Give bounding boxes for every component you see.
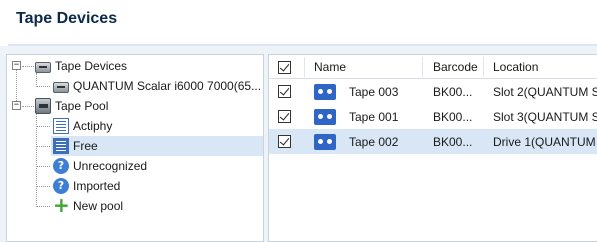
tree-connector [36,186,50,187]
question-icon: ? [53,158,69,174]
pool-list-icon [53,118,69,134]
row-checkbox[interactable] [278,110,291,123]
pool-list-icon [53,138,69,154]
tape-name: Tape 002 [349,134,399,149]
tape-devices-collapse-toggle[interactable]: − [12,61,21,70]
tree-item-label: Free [73,139,98,153]
column-separator[interactable] [304,57,305,77]
tree-item-label: New pool [73,199,124,213]
tape-barcode: BK00... [433,134,473,149]
tape-location: Slot 3(QUANTUM S [493,109,597,124]
table-row[interactable]: Tape 003 BK00... Slot 2(QUANTUM S [269,79,597,104]
tape-name: Tape 003 [349,84,399,99]
tape-library-icon [53,82,69,93]
tape-location: Slot 2(QUANTUM S [493,84,597,99]
tree-connector [22,106,34,107]
tree-item-tape-devices[interactable]: Tape Devices [35,56,127,76]
tree-item-free[interactable]: Free [51,136,263,156]
column-header-location[interactable]: Location [493,55,538,79]
tape-cartridge-icon [314,83,336,100]
tree-connector [36,166,50,167]
plus-icon: + [53,193,70,217]
tape-tree-panel: − Tape Devices QUANTUM Scalar i6000 7000… [6,54,264,242]
table-row[interactable]: Tape 001 BK00... Slot 3(QUANTUM S [269,104,597,129]
tree-item-label: Unrecognized [73,159,148,173]
tree-item-label: QUANTUM Scalar i6000 7000(65... [73,79,262,93]
tape-cartridge-icon [314,108,336,125]
tree-item-new-pool[interactable]: + New pool [53,193,124,217]
tree-item-label: Imported [73,179,121,193]
select-all-column[interactable] [278,55,291,79]
question-icon: ? [53,178,69,194]
tape-location: Drive 1(QUANTUM [493,134,596,149]
page-title: Tape Devices [16,10,118,27]
tape-pool-collapse-toggle[interactable]: − [12,101,21,110]
tree-connector [36,126,50,127]
tree-item-unrecognized[interactable]: ? Unrecognized [53,156,147,176]
tape-name: Tape 001 [349,109,399,124]
tape-list-grid: Name Barcode Location Tape 003 BK00... S… [268,54,597,242]
tape-pool-icon [35,98,51,114]
page-header: Tape Devices [0,0,597,44]
tree-item-label: Tape Devices [55,59,128,73]
tree-connector [22,66,34,67]
tree-connector [36,206,50,207]
tape-cartridge-icon [314,133,336,150]
tape-barcode: BK00... [433,84,473,99]
tape-devices-icon [35,62,51,73]
table-row[interactable]: Tape 002 BK00... Drive 1(QUANTUM [269,129,597,154]
tree-connector [36,86,50,87]
column-separator[interactable] [422,57,423,77]
grid-header: Name Barcode Location [269,55,597,79]
tree-connector [36,146,50,147]
column-separator[interactable] [483,57,484,77]
select-all-checkbox[interactable] [278,60,291,74]
tape-barcode: BK00... [433,109,473,124]
tree-item-tape-pool[interactable]: Tape Pool [35,96,108,116]
column-header-name[interactable]: Name [314,55,346,79]
row-checkbox[interactable] [278,85,291,98]
column-header-barcode[interactable]: Barcode [433,55,478,79]
tree-connector [36,113,37,207]
tree-item-actiphy[interactable]: Actiphy [53,116,112,136]
tree-item-quantum-library[interactable]: QUANTUM Scalar i6000 7000(65... [53,76,261,96]
row-checkbox[interactable] [278,135,291,148]
tree-item-label: Actiphy [73,119,113,133]
tree-item-label: Tape Pool [55,99,109,113]
